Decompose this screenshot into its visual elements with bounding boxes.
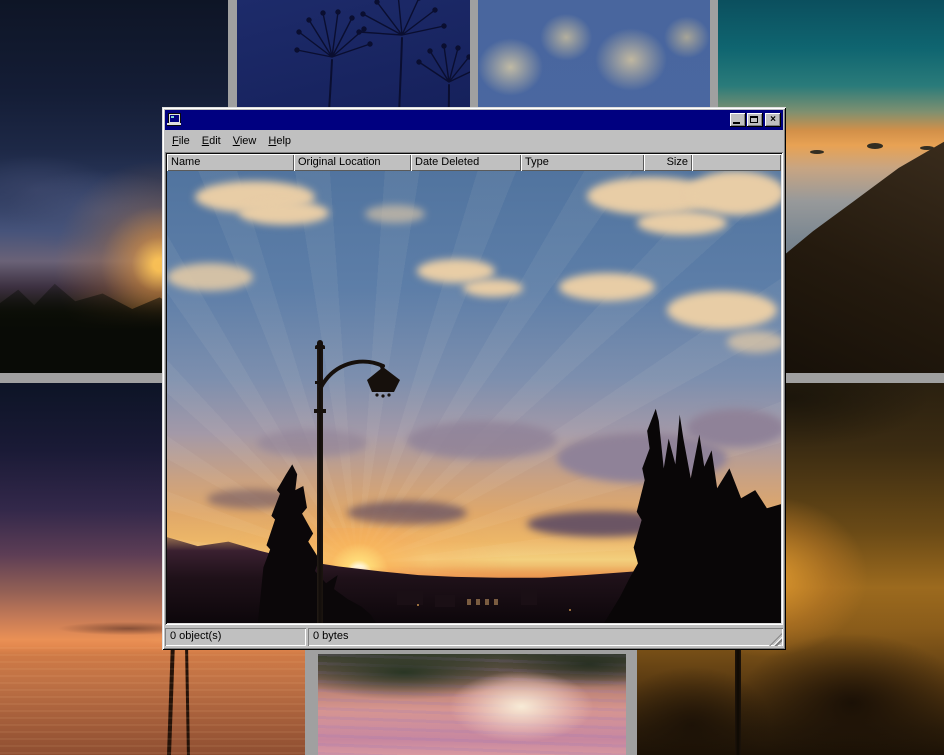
building-silhouette: [435, 595, 455, 607]
cloud: [727, 331, 781, 353]
list-view-container: Name Original Location Date Deleted Type…: [165, 152, 783, 625]
column-header-type[interactable]: Type: [521, 154, 644, 171]
column-header-name[interactable]: Name: [167, 154, 294, 171]
menu-view[interactable]: View: [227, 133, 263, 149]
lamppost-finial: [317, 340, 323, 346]
maximize-icon: [750, 116, 758, 123]
cloud: [239, 201, 329, 225]
cloud: [257, 429, 367, 457]
status-object-count: 0 object(s): [165, 628, 306, 646]
minimize-button[interactable]: [730, 113, 746, 127]
water-pole-silhouette: [185, 647, 190, 755]
building-silhouette: [521, 589, 537, 605]
menu-bar: File Edit View Help: [165, 130, 783, 152]
close-button[interactable]: ×: [765, 113, 781, 127]
cloud: [687, 409, 781, 447]
minimize-icon: [733, 122, 740, 124]
menu-edit[interactable]: Edit: [196, 133, 227, 149]
maximize-button[interactable]: [747, 113, 763, 127]
list-viewport-lamppost-sunset-photo[interactable]: [167, 171, 781, 623]
column-header-filler: [692, 154, 781, 171]
status-size: 0 bytes: [308, 628, 783, 646]
cloud: [365, 205, 425, 223]
wallpaper-photo-rippled-reflection: [318, 654, 626, 755]
lit-windows: [467, 599, 503, 605]
cloud: [667, 291, 777, 329]
town-light: [569, 609, 571, 611]
column-header-row: Name Original Location Date Deleted Type…: [167, 154, 781, 171]
column-header-original-location[interactable]: Original Location: [294, 154, 411, 171]
building-silhouette: [397, 591, 423, 605]
menu-file[interactable]: File: [166, 133, 196, 149]
town-light: [417, 604, 419, 606]
column-header-date-deleted[interactable]: Date Deleted: [411, 154, 521, 171]
column-header-size[interactable]: Size: [644, 154, 692, 171]
cloud: [167, 263, 253, 291]
titlebar[interactable]: ×: [165, 110, 783, 130]
cloud: [687, 171, 781, 215]
cloud: [407, 421, 557, 459]
lamppost-arm-and-lamp: [317, 353, 407, 413]
cloud: [463, 279, 523, 297]
status-bar: 0 object(s) 0 bytes: [165, 625, 783, 647]
cloud: [559, 273, 655, 301]
computer-icon: [167, 113, 183, 127]
recycle-bin-window: × File Edit View Help Name Original Loca…: [162, 107, 786, 650]
cloud: [637, 211, 727, 235]
menu-help[interactable]: Help: [262, 133, 297, 149]
water-pole-silhouette: [167, 641, 175, 755]
